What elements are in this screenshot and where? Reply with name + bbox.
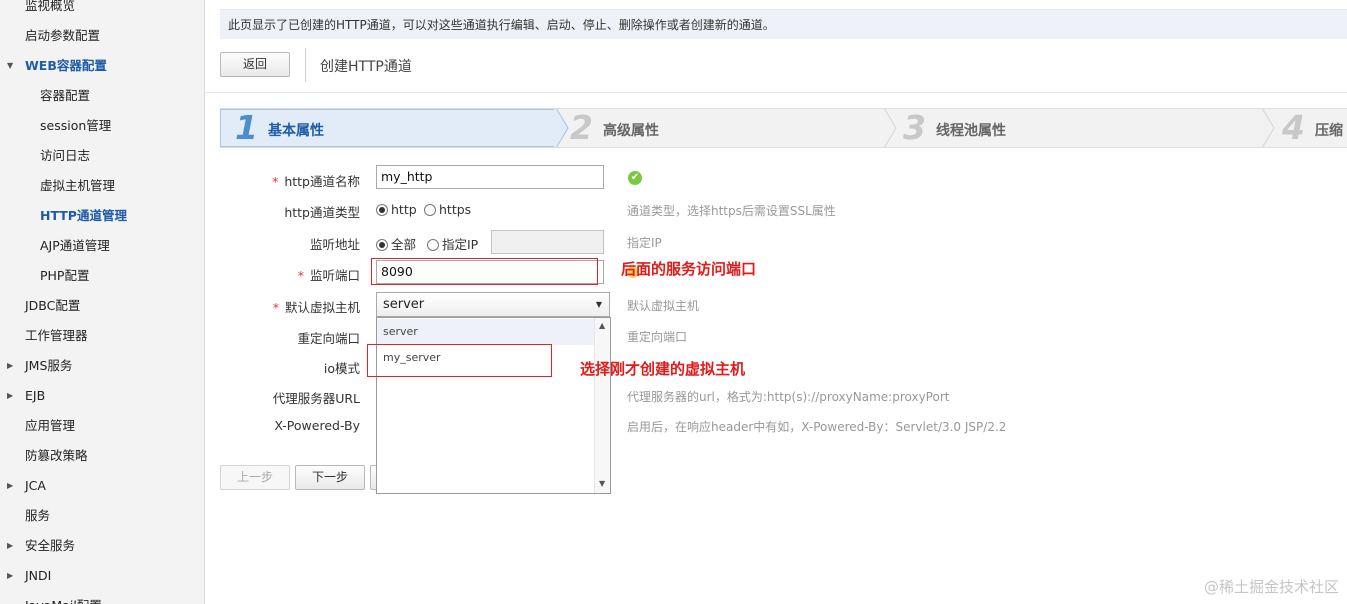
- caret-down-icon: ▼: [595, 300, 602, 309]
- step-chevron-icon: [1262, 109, 1275, 147]
- check-ok-icon: ✔: [628, 171, 642, 185]
- page-title: 创建HTTP通道: [320, 59, 412, 75]
- sidebar-item-label: 服务: [25, 508, 51, 523]
- watermark: @稀土掘金技术社区: [1203, 578, 1339, 596]
- listen-radio-ip[interactable]: 指定IP: [427, 234, 478, 253]
- chevron-right-icon: ▶: [7, 481, 14, 490]
- scroll-up-icon[interactable]: ▲: [599, 321, 605, 330]
- sidebar-item-jca[interactable]: ▶ JCA: [0, 471, 204, 501]
- sidebar-item-security[interactable]: ▶ 安全服务: [0, 531, 204, 561]
- powered-by-hint: 启用后，在响应header中有如，X-Powered-By：Servlet/3.…: [627, 420, 1007, 434]
- step-chevron-icon: [884, 109, 897, 147]
- sidebar-item-tamper-policy[interactable]: 防篡改策略: [0, 441, 204, 471]
- redirect-port-label: 重定向端口: [297, 331, 360, 346]
- step-number: 4: [1282, 108, 1305, 147]
- step-label: 高级属性: [603, 123, 659, 139]
- radio-selected-icon: [376, 239, 388, 251]
- toolbar-divider: [305, 48, 306, 82]
- step-label: 线程池属性: [936, 123, 1006, 139]
- listen-addr-label: 监听地址: [309, 237, 360, 252]
- chevron-down-icon: ▼: [7, 61, 14, 70]
- sidebar-item-label: WEB容器配置: [25, 58, 107, 73]
- vhost-annotation-box: [367, 344, 552, 377]
- vhost-label: * 默认虚拟主机: [272, 300, 360, 315]
- port-label: * 监听端口: [297, 268, 360, 283]
- step-advanced-properties[interactable]: 2 高级属性: [570, 109, 880, 147]
- http-type-label: http通道类型: [284, 205, 360, 220]
- sidebar-item-label: 访问日志: [40, 148, 91, 163]
- dropdown-scrollbar[interactable]: ▲ ▼: [594, 318, 610, 493]
- io-mode-label: io模式: [323, 361, 360, 376]
- sidebar-item-startup-params[interactable]: 启动参数配置: [0, 21, 204, 51]
- header-divider: [205, 92, 1347, 93]
- sidebar-item-label: 监视概览: [25, 0, 76, 13]
- sidebar-item-label: 容器配置: [40, 88, 91, 103]
- sidebar-item-container-config[interactable]: 容器配置: [0, 81, 204, 111]
- prev-step-button[interactable]: 上一步: [220, 465, 290, 490]
- sidebar-item-access-log[interactable]: 访问日志: [0, 141, 204, 171]
- sidebar-item-label: 安全服务: [25, 538, 76, 553]
- sidebar-item-label: 防篡改策略: [25, 448, 88, 463]
- required-mark: *: [297, 268, 304, 283]
- http-name-input[interactable]: my_http: [376, 165, 604, 189]
- step-label: 基本属性: [268, 123, 324, 139]
- type-radio-http[interactable]: http: [376, 202, 417, 217]
- step-number: 3: [903, 108, 926, 147]
- proxy-hint: 代理服务器的url，格式为:http(s)://proxyName:proxyP…: [627, 390, 950, 404]
- step-chevron-icon: [554, 109, 569, 147]
- vhost-annotation-text: 选择刚才创建的虚拟主机: [580, 360, 746, 378]
- sidebar-item-session[interactable]: session管理: [0, 111, 204, 141]
- step-threadpool-properties[interactable]: 3 线程池属性: [903, 109, 1253, 147]
- step-number: 1: [235, 108, 258, 147]
- listen-radio-all[interactable]: 全部: [376, 234, 416, 253]
- sidebar-item-label: JCA: [25, 478, 46, 493]
- step-label: 压缩: [1315, 123, 1343, 139]
- required-mark: *: [272, 174, 279, 189]
- sidebar-item-javamail[interactable]: JavaMail配置: [0, 591, 204, 604]
- vhost-select[interactable]: server ▼: [376, 292, 610, 317]
- sidebar-item-services[interactable]: 服务: [0, 501, 204, 531]
- step-number: 2: [570, 108, 593, 147]
- powered-by-label: X-Powered-By: [274, 418, 360, 433]
- port-annotation-text: 后面的服务访问端口: [621, 260, 757, 278]
- sidebar-item-jndi[interactable]: ▶ JNDI: [0, 561, 204, 591]
- step-basic-properties[interactable]: 1 基本属性: [220, 109, 556, 147]
- dropdown-option-server[interactable]: server: [377, 319, 595, 345]
- type-radio-https[interactable]: https: [424, 202, 471, 217]
- listen-hint: 指定IP: [627, 236, 662, 250]
- chevron-right-icon: ▶: [7, 571, 14, 580]
- type-hint: 通道类型，选择https后需设置SSL属性: [627, 204, 836, 218]
- wizard-steps: 1 基本属性 2 高级属性 3 线程池属性 4 压缩: [220, 108, 1347, 148]
- sidebar-item-monitor-overview[interactable]: 监视概览: [0, 0, 204, 21]
- scroll-down-icon[interactable]: ▼: [599, 479, 605, 488]
- info-bar: 此页显示了已创建的HTTP通道，可以对这些通道执行编辑、启动、停止、删除操作或者…: [220, 9, 1347, 39]
- sidebar-item-label: JavaMail配置: [25, 591, 102, 604]
- sidebar-item-label: session管理: [40, 118, 112, 133]
- next-step-button[interactable]: 下一步: [295, 465, 365, 490]
- sidebar-item-label: JNDI: [25, 568, 52, 583]
- vhost-hint: 默认虚拟主机: [627, 299, 700, 313]
- radio-icon: [424, 204, 436, 216]
- step-compression[interactable]: 4 压缩: [1282, 109, 1347, 147]
- back-button[interactable]: 返回: [220, 52, 290, 77]
- required-mark: *: [272, 300, 279, 315]
- chevron-right-icon: ▶: [7, 541, 14, 550]
- sidebar-item-label: 启动参数配置: [25, 28, 101, 43]
- http-name-label: * http通道名称: [272, 174, 360, 189]
- sidebar-item-web-container[interactable]: ▼ WEB容器配置: [0, 51, 204, 81]
- vhost-selected-value: server: [383, 297, 425, 312]
- port-annotation-box: [371, 258, 598, 285]
- ip-input[interactable]: [491, 230, 604, 254]
- radio-selected-icon: [376, 204, 388, 216]
- proxy-url-label: 代理服务器URL: [272, 391, 360, 406]
- radio-icon: [427, 239, 439, 251]
- redirect-hint: 重定向端口: [627, 330, 688, 344]
